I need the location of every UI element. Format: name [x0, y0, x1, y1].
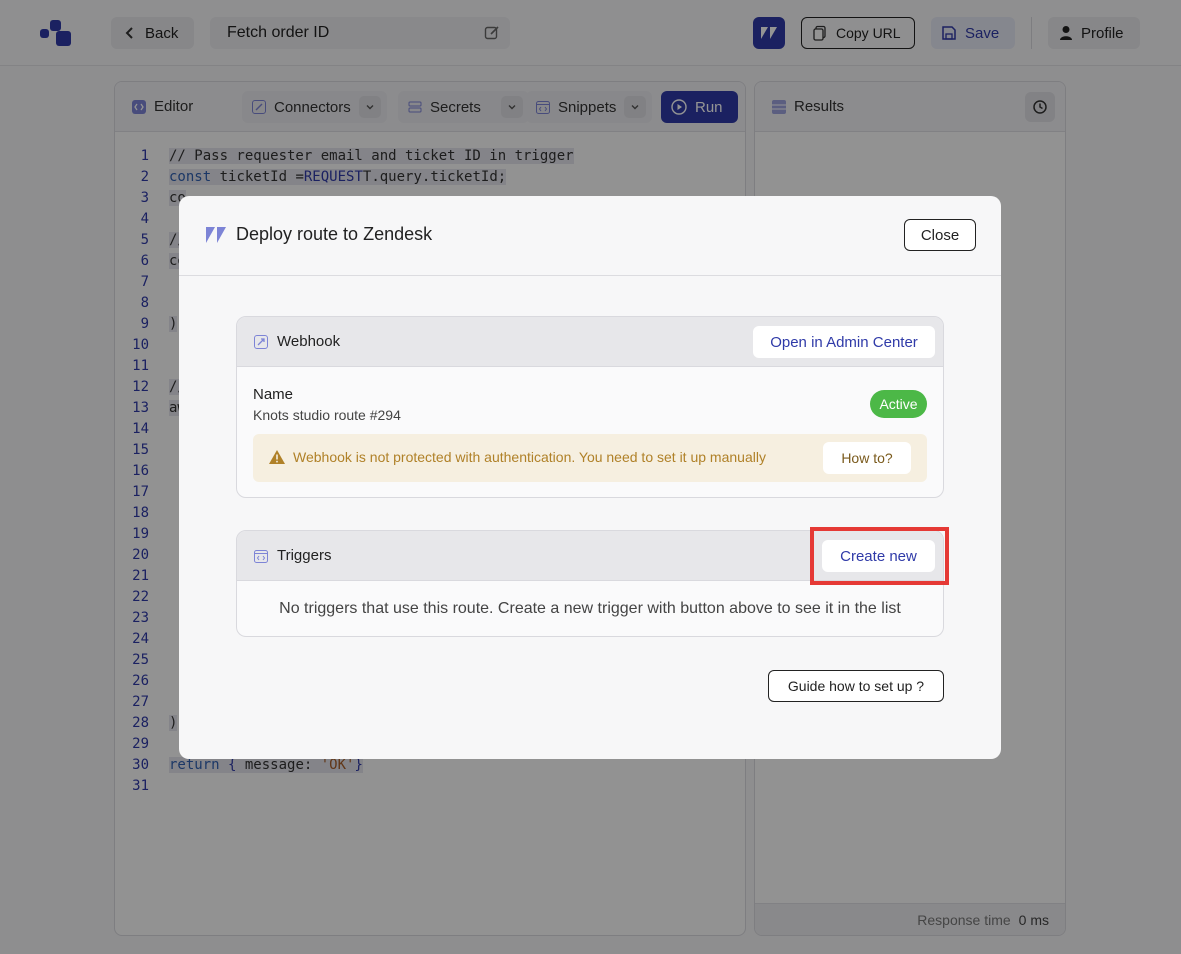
- empty-triggers-text: No triggers that use this route. Create …: [279, 600, 901, 617]
- webhook-name-label: Name: [253, 386, 294, 403]
- warning-icon: [269, 450, 285, 464]
- deploy-modal: Deploy route to Zendesk Close Webhook Op…: [179, 196, 1001, 759]
- auth-warning: Webhook is not protected with authentica…: [253, 434, 927, 482]
- webhook-heading: Webhook: [254, 333, 340, 350]
- webhook-header: Webhook Open in Admin Center: [237, 317, 943, 367]
- webhook-name-value: Knots studio route #294: [253, 407, 401, 423]
- highlight-annotation: [810, 527, 949, 585]
- warning-text: Webhook is not protected with authentica…: [293, 449, 766, 465]
- triggers-heading: Triggers: [254, 547, 331, 564]
- how-to-button[interactable]: How to?: [823, 442, 911, 474]
- webhook-icon: [254, 334, 268, 349]
- setup-guide-button[interactable]: Guide how to set up ?: [768, 670, 944, 702]
- modal-header: Deploy route to Zendesk Close: [179, 196, 1001, 276]
- triggers-title: Triggers: [277, 547, 332, 564]
- close-button[interactable]: Close: [904, 219, 976, 251]
- open-admin-center-button[interactable]: Open in Admin Center: [753, 326, 935, 358]
- modal-heading: Deploy route to Zendesk: [205, 224, 432, 245]
- status-badge: Active: [870, 390, 927, 418]
- webhook-card: Webhook Open in Admin Center Name Knots …: [236, 316, 944, 498]
- webhook-title: Webhook: [277, 333, 341, 350]
- zendesk-icon: [206, 226, 226, 243]
- trigger-icon: [254, 549, 268, 563]
- modal-title: Deploy route to Zendesk: [236, 224, 433, 244]
